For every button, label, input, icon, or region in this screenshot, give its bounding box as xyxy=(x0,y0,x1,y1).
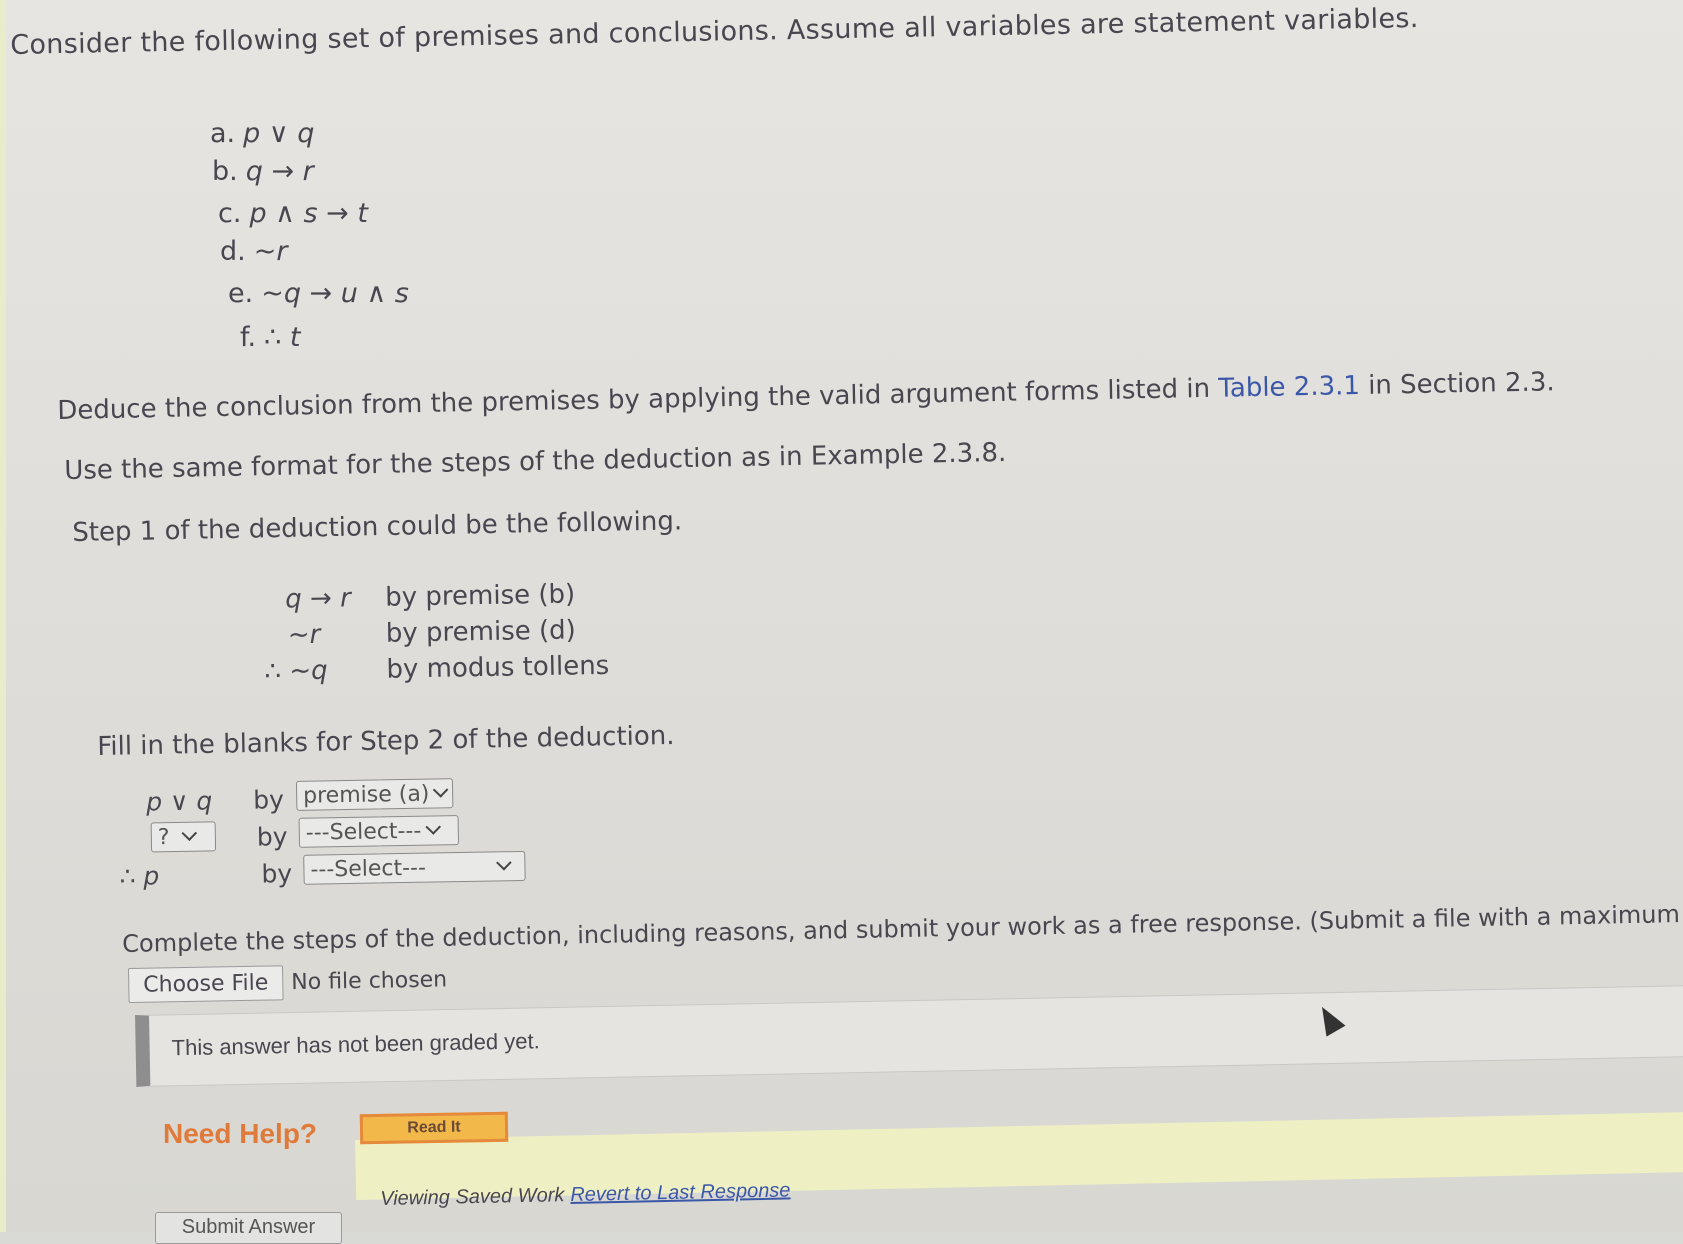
premise-e: e. ~q → u ∧ s xyxy=(228,278,409,309)
premise-a: a. p ∨ q xyxy=(210,118,315,149)
choose-file-button[interactable]: Choose File xyxy=(128,965,284,1003)
premise-d: d. ~r xyxy=(220,236,288,267)
table-link[interactable]: Table 2.3.1 xyxy=(1218,371,1360,404)
revert-link[interactable]: Revert to Last Response xyxy=(570,1179,791,1206)
chevron-down-icon xyxy=(424,819,441,835)
submit-answer-button[interactable]: Submit Answer xyxy=(155,1212,342,1244)
chevron-down-icon xyxy=(181,825,197,842)
step1-row: ∴ ~q by modus tollens xyxy=(264,650,610,687)
step1-row: ~r by premise (d) xyxy=(287,615,577,651)
premise-c: c. p ∧ s → t xyxy=(218,198,368,229)
step2-row-1: p ∨ q by premise (a) xyxy=(118,778,454,825)
grading-status-text: This answer has not been graded yet. xyxy=(171,1028,540,1061)
premise-b: b. q → r xyxy=(212,156,314,187)
file-upload: Choose File No file chosen xyxy=(128,962,447,1003)
step1-intro: Step 1 of the deduction could be the fol… xyxy=(72,506,683,548)
reason-select-2[interactable]: ---Select--- xyxy=(298,815,460,848)
step2-row-2: ? by ---Select--- xyxy=(119,815,460,862)
format-instructions: Use the same format for the steps of the… xyxy=(64,437,1007,486)
chevron-down-icon xyxy=(433,782,449,798)
statement-select-2[interactable]: ? xyxy=(150,821,217,853)
reason-select-3[interactable]: ---Select--- xyxy=(303,850,526,885)
need-help-label: Need Help? xyxy=(163,1118,318,1149)
file-status: No file chosen xyxy=(291,967,448,996)
complete-instructions: Complete the steps of the deduction, inc… xyxy=(122,900,1681,958)
step2-deduction: p ∨ q by premise (a) ? by ---Select--- ∴… xyxy=(118,778,526,899)
left-accent-bar xyxy=(0,0,6,1232)
step2-intro: Fill in the blanks for Step 2 of the ded… xyxy=(97,720,675,762)
step1-row: q → r by premise (b) xyxy=(284,579,576,615)
question-page: Consider the following set of premises a… xyxy=(0,0,1683,1244)
question-intro: Consider the following set of premises a… xyxy=(10,2,1419,61)
step1-deduction: q → r by premise (b) ~r by premise (d) ∴ ~… xyxy=(255,579,610,693)
chevron-down-icon xyxy=(495,855,512,871)
reason-select-1[interactable]: premise (a) xyxy=(295,778,454,811)
deduce-instructions: Deduce the conclusion from the premises … xyxy=(57,367,1555,426)
step2-row-3: ∴ p by ---Select--- xyxy=(119,850,526,899)
read-it-button[interactable]: Read It xyxy=(359,1111,509,1145)
conclusion-f: f. ∴ t xyxy=(240,322,301,353)
grading-status-box: This answer has not been graded yet. xyxy=(135,984,1683,1087)
